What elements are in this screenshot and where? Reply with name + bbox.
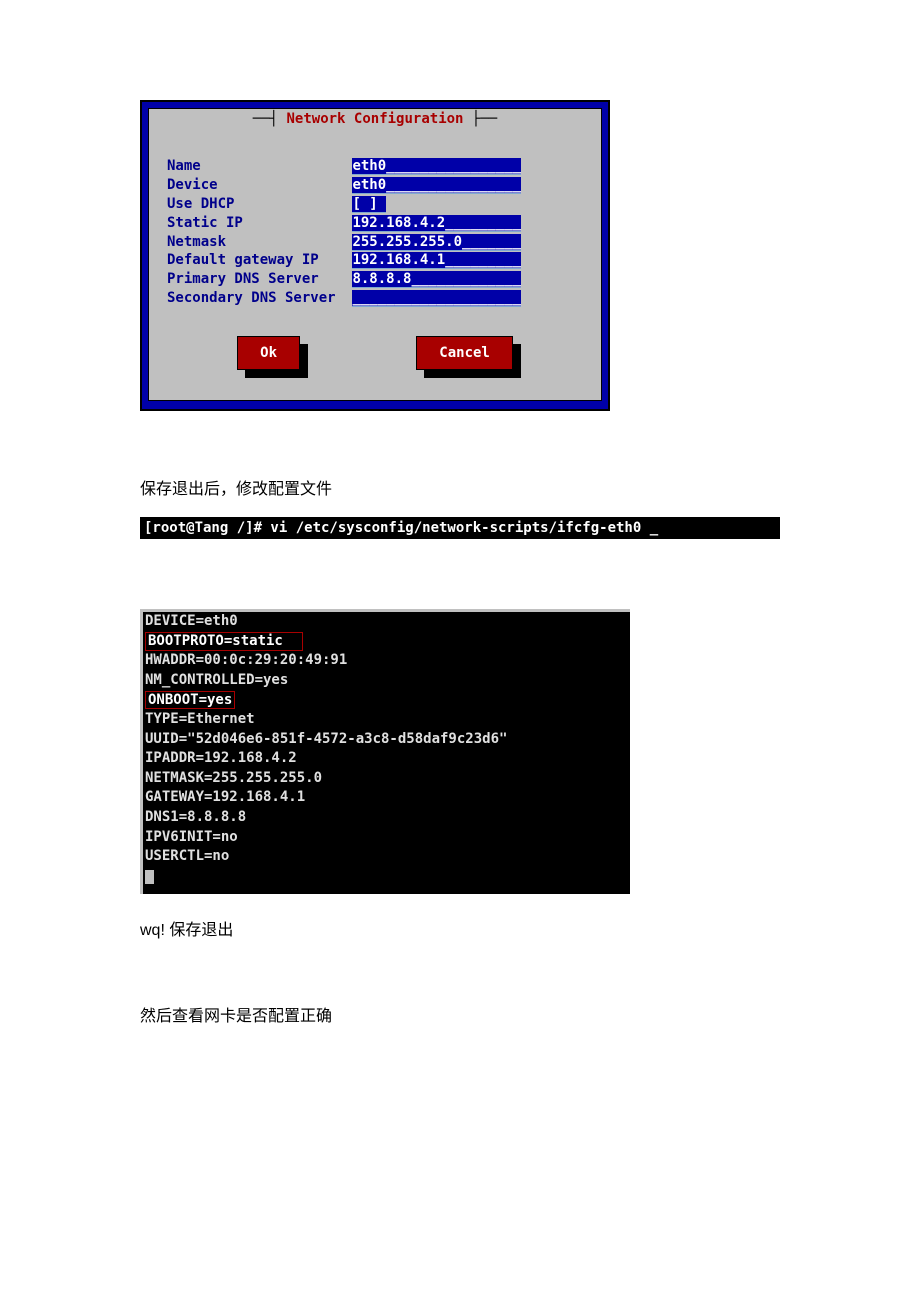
field-label: Static IP	[167, 215, 352, 231]
field-label: Device	[167, 177, 352, 193]
field-label: Primary DNS Server	[167, 271, 352, 287]
paragraph-save-modify: 保存退出后，修改配置文件	[140, 475, 780, 499]
field-label: Name	[167, 158, 352, 174]
editor-line: BOOTPROTO=static	[143, 632, 630, 652]
editor-line: NM_CONTROLLED=yes	[143, 671, 630, 691]
paragraph-wq: wq! 保存退出	[140, 916, 780, 940]
editor-line: USERCTL=no	[143, 847, 630, 867]
editor-line: IPV6INIT=no	[143, 828, 630, 848]
editor-line: NETMASK=255.255.255.0	[143, 769, 630, 789]
network-config-dialog: ──┤ Network Configuration ├── Name eth0_…	[140, 100, 610, 411]
field-value[interactable]: [ ]	[352, 196, 386, 213]
field-value[interactable]: 192.168.4.2_________	[352, 215, 521, 232]
field-value[interactable]: 255.255.255.0_______	[352, 234, 521, 251]
editor-line: UUID="52d046e6-851f-4572-a3c8-d58daf9c23…	[143, 730, 630, 750]
editor-line: TYPE=Ethernet	[143, 710, 630, 730]
vi-editor-content: DEVICE=eth0BOOTPROTO=static HWADDR=00:0c…	[140, 609, 630, 894]
cursor-icon	[145, 870, 154, 884]
dialog-button-row: Ok Cancel	[149, 314, 601, 380]
field-label: Netmask	[167, 234, 352, 250]
editor-line: DEVICE=eth0	[143, 612, 630, 632]
field-value[interactable]: eth0________________	[352, 158, 521, 175]
editor-line: GATEWAY=192.168.4.1	[143, 788, 630, 808]
dialog-title-row: ──┤ Network Configuration ├──	[149, 109, 601, 129]
terminal-command: [root@Tang /]# vi /etc/sysconfig/network…	[140, 517, 780, 539]
editor-line: HWADDR=00:0c:29:20:49:91	[143, 651, 630, 671]
editor-line: ONBOOT=yes	[143, 691, 630, 711]
field-value[interactable]: ____________________	[352, 290, 521, 307]
field-label: Default gateway IP	[167, 252, 352, 268]
field-value[interactable]: 8.8.8.8_____________	[352, 271, 521, 288]
paragraph-check-nic: 然后查看网卡是否配置正确	[140, 1002, 780, 1026]
editor-line: DNS1=8.8.8.8	[143, 808, 630, 828]
field-label: Use DHCP	[167, 196, 352, 212]
editor-cursor-line	[143, 867, 630, 887]
dialog-title: Network Configuration	[286, 111, 463, 127]
dialog-inner: ──┤ Network Configuration ├── Name eth0_…	[148, 108, 602, 401]
field-label: Secondary DNS Server	[167, 290, 352, 306]
cancel-button[interactable]: Cancel	[416, 336, 513, 370]
field-value[interactable]: eth0________________	[352, 177, 521, 194]
ok-button[interactable]: Ok	[237, 336, 300, 370]
editor-line: IPADDR=192.168.4.2	[143, 749, 630, 769]
dialog-form: Name eth0________________Device eth0____…	[149, 129, 601, 314]
field-value[interactable]: 192.168.4.1_________	[352, 252, 521, 269]
